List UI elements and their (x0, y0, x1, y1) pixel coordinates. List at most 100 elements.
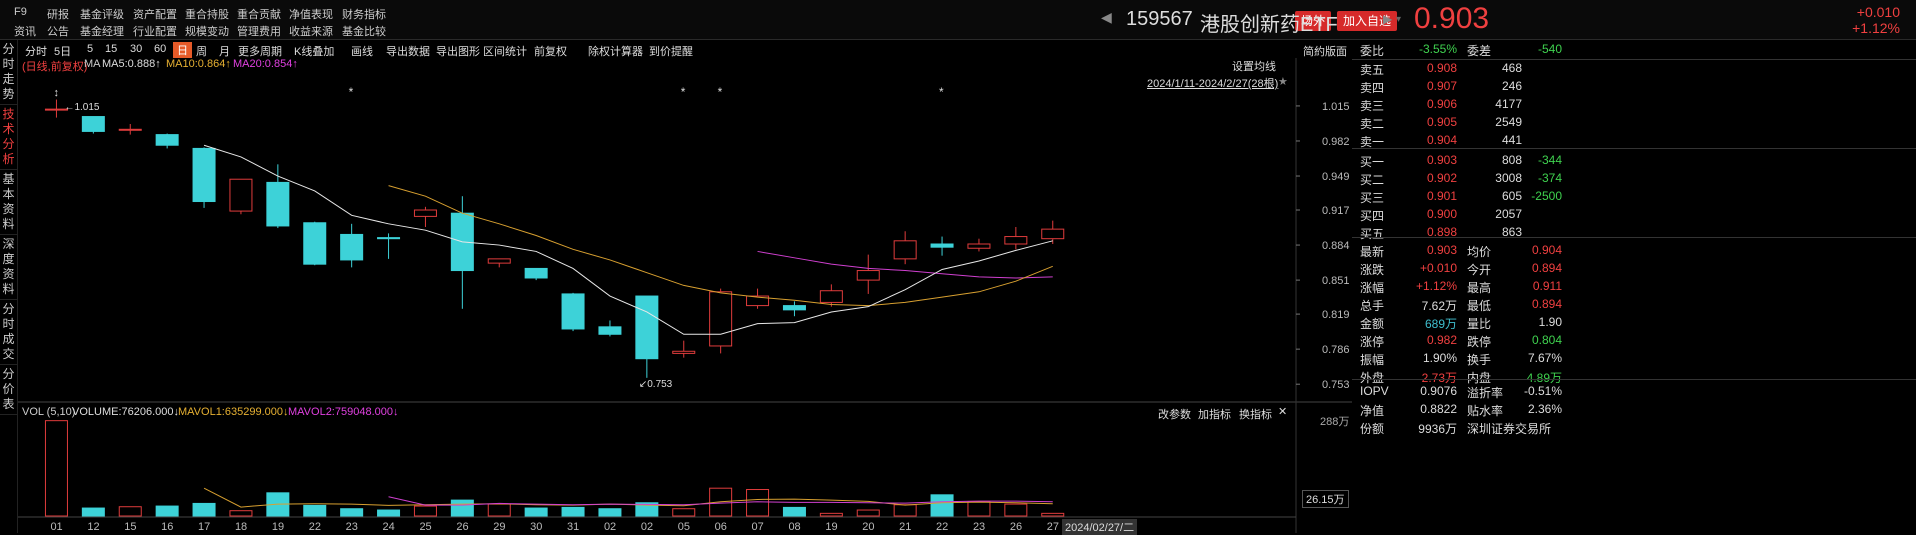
buy-level-price: 0.902 (1426, 171, 1457, 185)
buy-level-price: 0.901 (1426, 189, 1457, 203)
stat-value: 7.67% (1527, 351, 1562, 365)
buy-level-price: 0.903 (1426, 153, 1457, 167)
stat-label: 最新 (1360, 245, 1385, 259)
y-tick-label: 0.851 (1322, 275, 1350, 287)
volume-bar (782, 506, 806, 517)
y-tick-label: 1.015 (1322, 101, 1350, 113)
candle-body (266, 181, 290, 227)
y-tick-label: 0.819 (1322, 309, 1350, 321)
buy-level-label: 买三 (1360, 191, 1385, 205)
close-indicator-icon[interactable]: ✕ (1278, 405, 1287, 418)
etf-stat-value: 9936万 (1418, 422, 1457, 436)
weicha-value: -540 (1537, 42, 1562, 56)
stat-label: 最低 (1467, 299, 1492, 313)
x-tick-label: 19 (272, 521, 284, 533)
y-tick-label: 0.917 (1322, 205, 1350, 217)
volume-bar (413, 505, 437, 517)
switch-indicator-button[interactable]: 换指标 (1239, 406, 1272, 422)
event-marker-icon: * (349, 85, 354, 99)
candle-body (967, 243, 991, 249)
mavol1-value: MAVOL1:635299.000↓ (178, 406, 289, 418)
dropdown-icon[interactable]: ▾ (1396, 14, 1401, 25)
event-marker-icon: * (939, 85, 944, 99)
buy-level-label: 买五 (1360, 227, 1385, 241)
volume-bar (967, 500, 991, 517)
sep1 (1352, 59, 1916, 60)
volume-bar (192, 502, 216, 517)
candle-body (524, 267, 548, 279)
next-stock-icon[interactable]: ▶ (1383, 12, 1392, 26)
stat-label: 金额 (1360, 317, 1385, 331)
x-tick-label: 12 (87, 521, 99, 533)
etf-stat-value: 2.36% (1527, 402, 1562, 416)
candlestick-chart[interactable]: 1.015 0.982 0.949 0.917 0.884 0.851 0.819 0.786… (0, 0, 1352, 533)
volume-bar (303, 504, 327, 517)
x-tick-label: 07 (752, 521, 764, 533)
stat-value: +1.12% (1415, 279, 1457, 293)
vol-label: VOL (5,10) (22, 406, 76, 418)
x-tick-label: 22 (936, 521, 948, 533)
x-tick-label: 23 (346, 521, 358, 533)
webi-value: -3.55% (1418, 42, 1457, 56)
x-tick-label: 31 (567, 521, 579, 533)
etf-stat-label: 溢折率 (1467, 386, 1504, 400)
volume-bar (672, 508, 696, 517)
stat-value: 1.90% (1422, 351, 1457, 365)
candle-body (635, 295, 659, 360)
stat-label: 均价 (1467, 245, 1492, 259)
sell-level-volume: 468 (1501, 61, 1522, 75)
candle-body (155, 134, 179, 146)
x-tick-label: 21 (899, 521, 911, 533)
buy-level-volume: 2057 (1495, 207, 1522, 221)
x-tick-label: 25 (419, 521, 431, 533)
volume-bar (1041, 512, 1065, 517)
x-tick-label: 02 (641, 521, 653, 533)
volume-bar (819, 512, 843, 517)
candle-body (487, 258, 511, 264)
etf-stat-label: 贴水率 (1467, 404, 1504, 418)
x-tick-label: 26 (456, 521, 468, 533)
etf-stat-label: 净值 (1360, 404, 1385, 418)
stat-label: 今开 (1467, 263, 1492, 277)
x-tick-label: 06 (715, 521, 727, 533)
y-tick-label: 0.753 (1322, 379, 1350, 391)
y-tick-label: 0.786 (1322, 344, 1350, 356)
sell-level-volume: 246 (1501, 79, 1522, 93)
volume-bar (450, 499, 474, 517)
stat-value: 0.804 (1531, 333, 1562, 347)
stat-label: 涨幅 (1360, 281, 1385, 295)
x-tick-label: 30 (530, 521, 542, 533)
sell-level-label: 卖二 (1360, 117, 1385, 131)
candle-body (192, 147, 216, 203)
max-price-label: ←1.015 (64, 102, 99, 113)
weicha-label: 委差 (1467, 44, 1492, 58)
stat-label: 最高 (1467, 281, 1492, 295)
buy-level-price: 0.900 (1426, 207, 1457, 221)
candle-body (782, 305, 806, 311)
sell-level-volume: 441 (1501, 133, 1522, 147)
sell-level-label: 卖四 (1360, 81, 1385, 95)
volume-bar (598, 508, 622, 517)
sell-level-price: 0.905 (1426, 115, 1457, 129)
etf-stat-value: 0.8822 (1420, 402, 1457, 416)
sell-level-volume: 2549 (1495, 115, 1522, 129)
x-tick-label: 20 (862, 521, 874, 533)
candle-body (1004, 236, 1028, 245)
stat-value: 0.894 (1531, 297, 1562, 311)
sell-level-price: 0.906 (1426, 97, 1457, 111)
edit-params-button[interactable]: 改参数 (1158, 406, 1191, 422)
volume-bar (524, 507, 548, 517)
webi-label: 委比 (1360, 44, 1385, 58)
x-tick-label: 17 (198, 521, 210, 533)
add-indicator-button[interactable]: 加指标 (1198, 406, 1231, 422)
buy-level-label: 买四 (1360, 209, 1385, 223)
volume-bar (377, 509, 401, 517)
sell-level-price: 0.907 (1426, 79, 1457, 93)
stat-label: 涨停 (1360, 335, 1385, 349)
candle-body (303, 222, 327, 265)
stat-value: 1.90 (1538, 315, 1562, 329)
candle-body (229, 178, 253, 212)
stat-value: 0.894 (1531, 261, 1562, 275)
candle-body (118, 128, 142, 131)
volume-bar (893, 504, 917, 517)
